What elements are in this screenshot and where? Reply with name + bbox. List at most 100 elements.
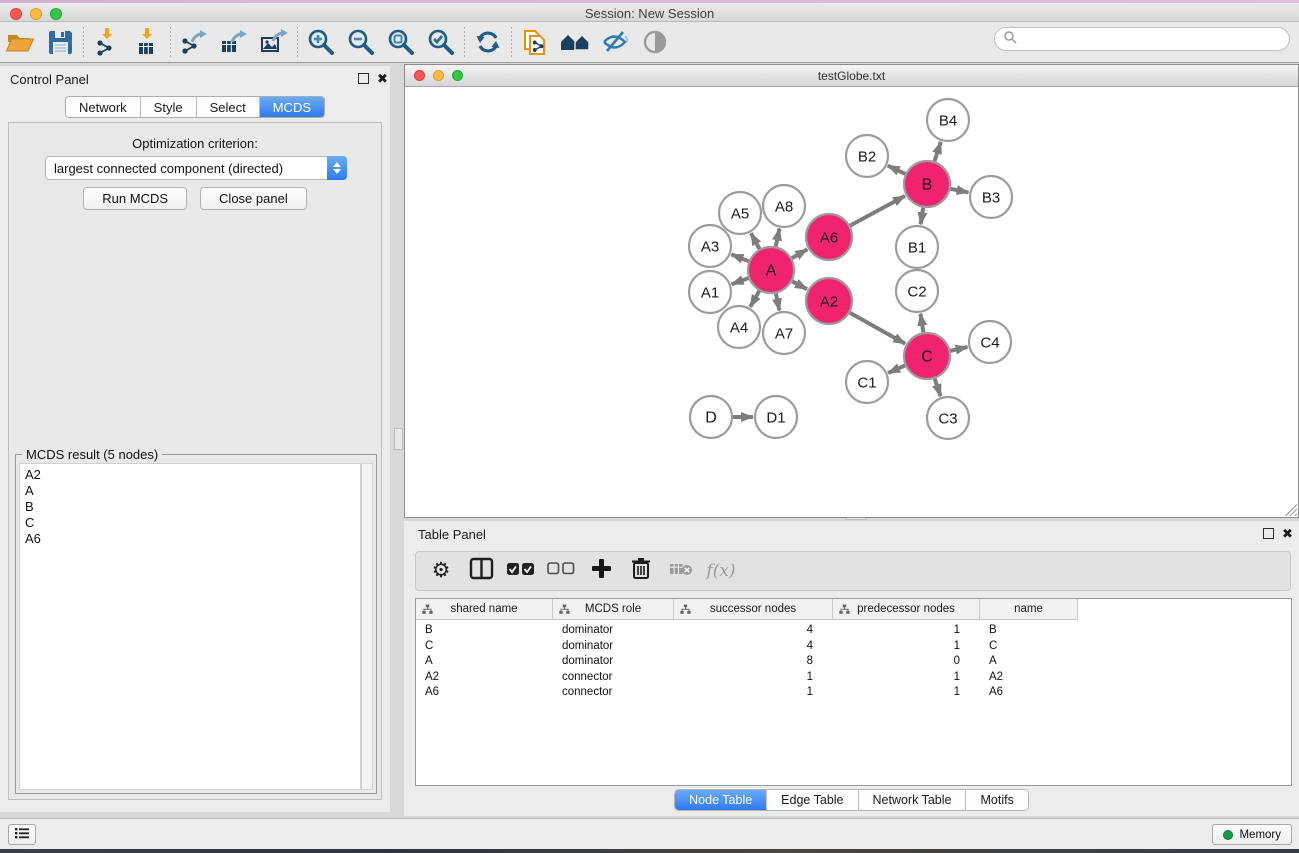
graph-node-B4[interactable]: B4 bbox=[927, 99, 969, 141]
cell-predecessor-nodes[interactable]: 1 bbox=[833, 671, 960, 683]
export-image-button[interactable] bbox=[254, 25, 294, 59]
cell-successor-nodes[interactable]: 8 bbox=[674, 655, 813, 667]
table-close-icon[interactable]: ✖ bbox=[1282, 526, 1293, 542]
graph-node-A4[interactable]: A4 bbox=[718, 306, 760, 348]
table-row[interactable]: A2connector11A2 bbox=[416, 670, 1291, 686]
cell-predecessor-nodes[interactable]: 0 bbox=[833, 655, 960, 667]
duplicate-network-button[interactable] bbox=[515, 25, 555, 59]
cell-successor-nodes[interactable]: 1 bbox=[674, 686, 813, 698]
settings-button[interactable]: ⚙ bbox=[428, 558, 454, 584]
graph-node-A6[interactable]: A6 bbox=[806, 214, 852, 260]
task-history-button[interactable] bbox=[8, 824, 36, 845]
delete-column-button[interactable] bbox=[628, 558, 654, 584]
edge-B-B1[interactable] bbox=[921, 208, 924, 225]
edge-A-A6[interactable] bbox=[792, 249, 807, 258]
open-session-button[interactable] bbox=[0, 25, 40, 59]
column-header-name[interactable]: name bbox=[980, 599, 1078, 620]
result-list-item[interactable]: B bbox=[25, 499, 360, 515]
close-panel-button[interactable]: Close panel bbox=[200, 187, 307, 210]
criterion-dropdown[interactable]: largest connected component (directed) bbox=[45, 156, 347, 180]
cell-shared-name[interactable]: B bbox=[425, 624, 433, 636]
tab-select[interactable]: Select bbox=[197, 97, 260, 117]
cell-name[interactable]: A6 bbox=[989, 686, 1003, 698]
cell-shared-name[interactable]: C bbox=[425, 640, 433, 652]
float-panel-icon[interactable] bbox=[358, 73, 369, 84]
edge-B-B2[interactable] bbox=[888, 166, 906, 174]
graph-node-A3[interactable]: A3 bbox=[689, 225, 731, 267]
column-view-button[interactable] bbox=[468, 558, 494, 584]
result-list-item[interactable]: A2 bbox=[25, 467, 360, 483]
add-column-button[interactable] bbox=[588, 558, 614, 584]
graph-node-A2[interactable]: A2 bbox=[806, 278, 852, 324]
cell-successor-nodes[interactable]: 1 bbox=[674, 671, 813, 683]
cell-predecessor-nodes[interactable]: 1 bbox=[833, 624, 960, 636]
import-network-button[interactable] bbox=[87, 25, 127, 59]
tab-edge-table[interactable]: Edge Table bbox=[767, 790, 858, 810]
mcds-result-list[interactable]: A2ABCA6 bbox=[19, 463, 361, 790]
deselect-all-button[interactable] bbox=[548, 558, 574, 584]
edge-A-A3[interactable] bbox=[731, 254, 748, 261]
graph-node-C1[interactable]: C1 bbox=[846, 361, 888, 403]
hide-panels-button[interactable] bbox=[595, 25, 635, 59]
resize-grip[interactable] bbox=[1285, 504, 1297, 516]
tab-network[interactable]: Network bbox=[66, 97, 141, 117]
column-header-shared-name[interactable]: shared name bbox=[416, 599, 553, 620]
cell-successor-nodes[interactable]: 4 bbox=[674, 640, 813, 652]
edge-A6-B[interactable] bbox=[850, 196, 905, 226]
graph-node-C4[interactable]: C4 bbox=[969, 321, 1011, 363]
cell-successor-nodes[interactable]: 4 bbox=[674, 624, 813, 636]
cell-name[interactable]: A bbox=[989, 655, 997, 667]
cell-MCDS-role[interactable]: dominator bbox=[562, 655, 613, 667]
graph-node-A5[interactable]: A5 bbox=[719, 192, 761, 234]
cell-shared-name[interactable]: A bbox=[425, 655, 433, 667]
graph-node-A[interactable]: A bbox=[748, 247, 794, 293]
edge-C-C2[interactable] bbox=[921, 314, 924, 333]
vertical-splitter-handle[interactable] bbox=[394, 428, 403, 450]
network-window-titlebar[interactable]: testGlobe.txt bbox=[405, 65, 1298, 87]
show-panels-button[interactable] bbox=[635, 25, 675, 59]
memory-button[interactable]: Memory bbox=[1212, 824, 1292, 845]
table-row[interactable]: Cdominator41C bbox=[416, 639, 1291, 655]
node-table[interactable]: shared name MCDS role successor nodes pr… bbox=[415, 598, 1292, 786]
zoom-selected-button[interactable] bbox=[421, 25, 461, 59]
zoom-fit-button[interactable] bbox=[381, 25, 421, 59]
edge-B-B3[interactable] bbox=[951, 189, 969, 193]
export-network-button[interactable] bbox=[174, 25, 214, 59]
graph-node-C3[interactable]: C3 bbox=[927, 397, 969, 439]
graph-node-A1[interactable]: A1 bbox=[689, 271, 731, 313]
graph-node-D1[interactable]: D1 bbox=[755, 396, 797, 438]
table-row[interactable]: Adominator 8 0 A bbox=[416, 654, 1291, 670]
export-table-button[interactable] bbox=[214, 25, 254, 59]
edge-A-A1[interactable] bbox=[732, 278, 749, 284]
network-canvas[interactable]: B4 B2 B B3 A5 A8 A6 B1 A3 A C2 A1 A2 bbox=[405, 87, 1298, 517]
zoom-in-button[interactable] bbox=[301, 25, 341, 59]
graph-node-D[interactable]: D bbox=[690, 396, 732, 438]
edge-A-A5[interactable] bbox=[751, 233, 760, 249]
refresh-layout-button[interactable] bbox=[468, 25, 508, 59]
edge-A-A7[interactable] bbox=[776, 294, 780, 311]
table-float-icon[interactable] bbox=[1263, 528, 1274, 539]
import-table-button[interactable] bbox=[127, 25, 167, 59]
table-row[interactable]: Bdominator 4 1 B bbox=[416, 623, 1291, 639]
graph-node-A7[interactable]: A7 bbox=[763, 312, 805, 354]
cell-shared-name[interactable]: A2 bbox=[425, 671, 439, 683]
edge-B-B4[interactable] bbox=[935, 142, 941, 161]
edge-A-A4[interactable] bbox=[750, 291, 759, 307]
tab-motifs[interactable]: Motifs bbox=[966, 790, 1027, 810]
cell-name[interactable]: A2 bbox=[989, 671, 1003, 683]
cell-MCDS-role[interactable]: connector bbox=[562, 686, 613, 698]
edge-C-C4[interactable] bbox=[950, 347, 967, 351]
edge-A2-C[interactable] bbox=[850, 313, 905, 344]
graph-node-B2[interactable]: B2 bbox=[846, 135, 888, 177]
select-all-button[interactable] bbox=[508, 558, 534, 584]
column-header-predecessor-nodes[interactable]: predecessor nodes bbox=[833, 599, 980, 620]
cell-MCDS-role[interactable]: dominator bbox=[562, 624, 613, 636]
graph-node-B3[interactable]: B3 bbox=[970, 176, 1012, 218]
cell-name[interactable]: B bbox=[989, 624, 997, 636]
edge-C-C3[interactable] bbox=[935, 379, 941, 397]
cell-predecessor-nodes[interactable]: 1 bbox=[833, 686, 960, 698]
graph-node-B1[interactable]: B1 bbox=[896, 226, 938, 268]
result-list-item[interactable]: C bbox=[25, 515, 360, 531]
run-mcds-button[interactable]: Run MCDS bbox=[83, 187, 187, 210]
birds-eye-button[interactable] bbox=[555, 25, 595, 59]
